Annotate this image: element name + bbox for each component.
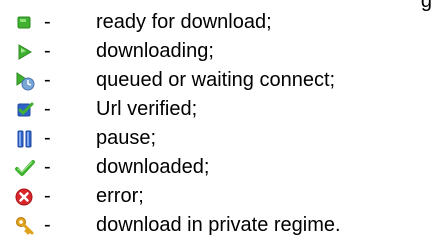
legend-row-pause: - pause; (0, 124, 434, 153)
legend-row-downloading: - downloading; (0, 37, 434, 66)
legend-dash: - (44, 214, 51, 236)
green-square-icon (14, 12, 36, 34)
legend-label: Url verified; (96, 98, 198, 120)
legend-label: queued or waiting connect; (96, 69, 336, 91)
green-play-icon (14, 41, 36, 63)
legend-dash: - (44, 127, 51, 149)
legend-dash: - (44, 11, 51, 33)
queued-arrow-icon (14, 70, 36, 92)
key-icon (14, 215, 36, 237)
legend-row-error: - error; (0, 182, 434, 211)
legend-dash: - (44, 156, 51, 178)
legend-dash: - (44, 98, 51, 120)
green-checkmark-icon (14, 157, 36, 179)
legend-dash: - (44, 40, 51, 62)
red-error-icon (14, 186, 36, 208)
legend-label: download in private regime. (96, 214, 341, 236)
legend-label: error; (96, 185, 144, 207)
pause-icon (14, 128, 36, 150)
legend-row-downloaded: - downloaded; (0, 153, 434, 182)
legend-label: ready for download; (96, 11, 272, 33)
legend-label: downloading; (96, 40, 214, 62)
legend-label: downloaded; (96, 156, 210, 178)
legend-dash: - (44, 185, 51, 207)
blue-check-icon (14, 99, 36, 121)
legend-label: pause; (96, 127, 157, 149)
legend-row-ready: - ready for download; (0, 8, 434, 37)
legend-row-url-verified: - Url verified; (0, 95, 434, 124)
legend-row-private: - download in private regime. (0, 211, 434, 240)
legend-row-queued: - queued or waiting connect; (0, 66, 434, 95)
legend-dash: - (44, 69, 51, 91)
